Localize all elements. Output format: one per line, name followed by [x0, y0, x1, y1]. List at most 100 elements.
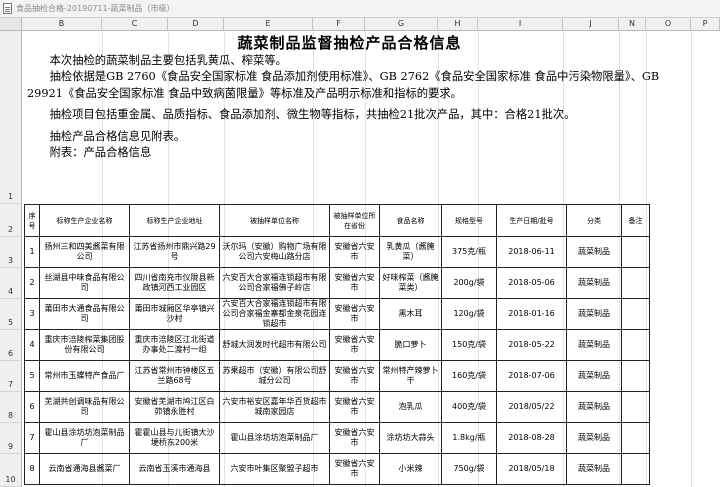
table-cell[interactable]: 安徽省六安市	[329, 360, 380, 392]
table-cell[interactable]: 黑木耳	[379, 298, 442, 330]
table-header-cell[interactable]: 标称生产企业名称	[39, 204, 130, 237]
table-cell[interactable]: 莆田市大通食品有限公司	[39, 298, 130, 330]
table-cell[interactable]: 3	[24, 298, 40, 330]
column-header-h[interactable]: H	[438, 18, 478, 30]
table-cell[interactable]: 舒城大润发时代超市有限公司	[219, 329, 330, 361]
table-cell[interactable]: 安徽省六安市	[329, 236, 380, 268]
table-cell[interactable]: 泡乳瓜	[379, 391, 442, 423]
table-cell[interactable]: 1.8kg/瓶	[441, 422, 497, 454]
table-cell[interactable]: 400克/袋	[441, 391, 497, 423]
table-cell[interactable]: 蔬菜制品	[566, 360, 622, 392]
table-cell[interactable]: 安徽省六安市	[329, 453, 380, 485]
table-cell[interactable]: 4	[24, 329, 40, 361]
table-cell[interactable]: 2	[24, 267, 40, 299]
table-cell[interactable]: 蔬菜制品	[566, 267, 622, 299]
table-cell[interactable]	[621, 422, 650, 454]
table-cell[interactable]: 2018-08-28	[496, 422, 567, 454]
table-header-cell[interactable]: 备注	[621, 204, 650, 237]
table-cell[interactable]	[621, 298, 650, 330]
select-all-corner[interactable]	[0, 18, 22, 30]
table-cell[interactable]: 乳黄瓜（酱腌菜）	[379, 236, 442, 268]
table-cell[interactable]: 安徽省六安市	[329, 422, 380, 454]
table-cell[interactable]: 2018/05/22	[496, 391, 567, 423]
table-cell[interactable]: 芜湖共创调味品有限公司	[39, 391, 130, 423]
table-header-cell[interactable]: 标称生产企业地址	[129, 204, 220, 237]
row-header-10[interactable]: 10	[0, 454, 22, 487]
table-cell[interactable]: 蔬菜制品	[566, 422, 622, 454]
table-cell[interactable]: 脆口萝卜	[379, 329, 442, 361]
table-cell[interactable]: 2018-05-06	[496, 267, 567, 299]
row-header-6[interactable]: 6	[0, 330, 22, 361]
table-cell[interactable]: 安徽省六安市	[329, 298, 380, 330]
table-cell[interactable]: 安徽省六安市	[329, 267, 380, 299]
table-cell[interactable]	[621, 267, 650, 299]
table-cell[interactable]: 扬州三和四美酱菜有限公司	[39, 236, 130, 268]
table-cell[interactable]: 重庆市涪陵榨菜集团股份有限公司	[39, 329, 130, 361]
table-cell[interactable]: 好味榨菜（酱腌菜类）	[379, 267, 442, 299]
table-cell[interactable]: 5	[24, 360, 40, 392]
spreadsheet-area[interactable]: 蔬菜制品监督抽检产品合格信息 本次抽检的蔬菜制品主要包括乳黄瓜、榨菜等。 抽检依…	[22, 31, 720, 487]
table-cell[interactable]: 2018-06-11	[496, 236, 567, 268]
table-cell[interactable]: 云南省玉溪市通海县	[129, 453, 220, 485]
table-cell[interactable]	[621, 329, 650, 361]
table-cell[interactable]: 375克/瓶	[441, 236, 497, 268]
table-cell[interactable]: 云南省通海县酱菜厂	[39, 453, 130, 485]
table-cell[interactable]: 安徽省六安市	[329, 329, 380, 361]
table-cell[interactable]: 8	[24, 453, 40, 485]
table-cell[interactable]: 2018/05/18	[496, 453, 567, 485]
column-header-f[interactable]: F	[313, 18, 365, 30]
column-header-g[interactable]: G	[365, 18, 438, 30]
column-header-e[interactable]: E	[224, 18, 313, 30]
table-cell[interactable]: 蔬菜制品	[566, 329, 622, 361]
column-header-n[interactable]: N	[619, 18, 646, 30]
table-cell[interactable]: 丝湖县中味食品有限公司	[39, 267, 130, 299]
table-cell[interactable]: 苏果超市（安徽）有限公司舒城分公司	[219, 360, 330, 392]
row-header-5[interactable]: 5	[0, 299, 22, 330]
table-cell[interactable]: 2018-01-16	[496, 298, 567, 330]
table-cell[interactable]: 200g/袋	[441, 267, 497, 299]
table-cell[interactable]: 沃尔玛（安徽）购物广场有限公司六安梅山路分店	[219, 236, 330, 268]
table-cell[interactable]: 江苏省常州市钟楼区五兰路68号	[129, 360, 220, 392]
row-header-3[interactable]: 3	[0, 237, 22, 268]
table-cell[interactable]: 常州市玉蝶特产食品厂	[39, 360, 130, 392]
table-header-cell[interactable]: 被抽样单位所在省份	[329, 204, 380, 237]
table-header-cell[interactable]: 规格型号	[441, 204, 497, 237]
table-cell[interactable]: 六安市裕安区嘉年华百货超市城南家园店	[219, 391, 330, 423]
row-header-2[interactable]: 2	[0, 204, 22, 237]
table-cell[interactable]: 150克/袋	[441, 329, 497, 361]
column-header-b[interactable]: B	[22, 18, 102, 30]
table-cell[interactable]: 四川省南充市仪陇县新政镇河西工业园区	[129, 267, 220, 299]
table-cell[interactable]: 750g/袋	[441, 453, 497, 485]
table-cell[interactable]: 120g/袋	[441, 298, 497, 330]
row-header-7[interactable]: 7	[0, 361, 22, 392]
table-cell[interactable]: 7	[24, 422, 40, 454]
table-header-cell[interactable]: 分类	[566, 204, 622, 237]
column-header-c[interactable]: C	[102, 18, 168, 30]
table-cell[interactable]: 霍山县涂坊坊泡菜制品厂	[219, 422, 330, 454]
table-cell[interactable]: 霍山县涂坊坊泡菜制品厂	[39, 422, 130, 454]
table-cell[interactable]	[621, 391, 650, 423]
table-header-cell[interactable]: 被抽样单位名称	[219, 204, 330, 237]
table-cell[interactable]: 六安市叶集区聚盟子超市	[219, 453, 330, 485]
table-cell[interactable]: 莆田市城厢区华亭镇兴沙村	[129, 298, 220, 330]
column-header-d[interactable]: D	[168, 18, 224, 30]
table-cell[interactable]: 160克/袋	[441, 360, 497, 392]
table-cell[interactable]: 6	[24, 391, 40, 423]
table-cell[interactable]	[621, 453, 650, 485]
table-cell[interactable]: 常州特产辣萝卜干	[379, 360, 442, 392]
table-cell[interactable]: 小米辣	[379, 453, 442, 485]
table-cell[interactable]: 蔬菜制品	[566, 391, 622, 423]
row-header-1[interactable]: 1	[0, 31, 22, 204]
table-cell[interactable]	[621, 360, 650, 392]
table-cell[interactable]: 六安百大合家福连锁超市有限公司合家福金寨都金泉花园连锁超市	[219, 298, 330, 330]
table-header-cell[interactable]: 食品名称	[379, 204, 442, 237]
column-header-j[interactable]: J	[563, 18, 619, 30]
table-cell[interactable]	[621, 236, 650, 268]
column-header-p[interactable]: P	[691, 18, 720, 30]
table-header-cell[interactable]: 生产日期/批号	[496, 204, 567, 237]
table-cell[interactable]: 安徽省芜湖市鸠江区白茆镇永胜村	[129, 391, 220, 423]
table-cell[interactable]: 蔬菜制品	[566, 453, 622, 485]
column-header-i[interactable]: I	[478, 18, 563, 30]
table-cell[interactable]: 霍霍山县与儿街镇大沙埂桥东200米	[129, 422, 220, 454]
table-cell[interactable]: 蔬菜制品	[566, 298, 622, 330]
